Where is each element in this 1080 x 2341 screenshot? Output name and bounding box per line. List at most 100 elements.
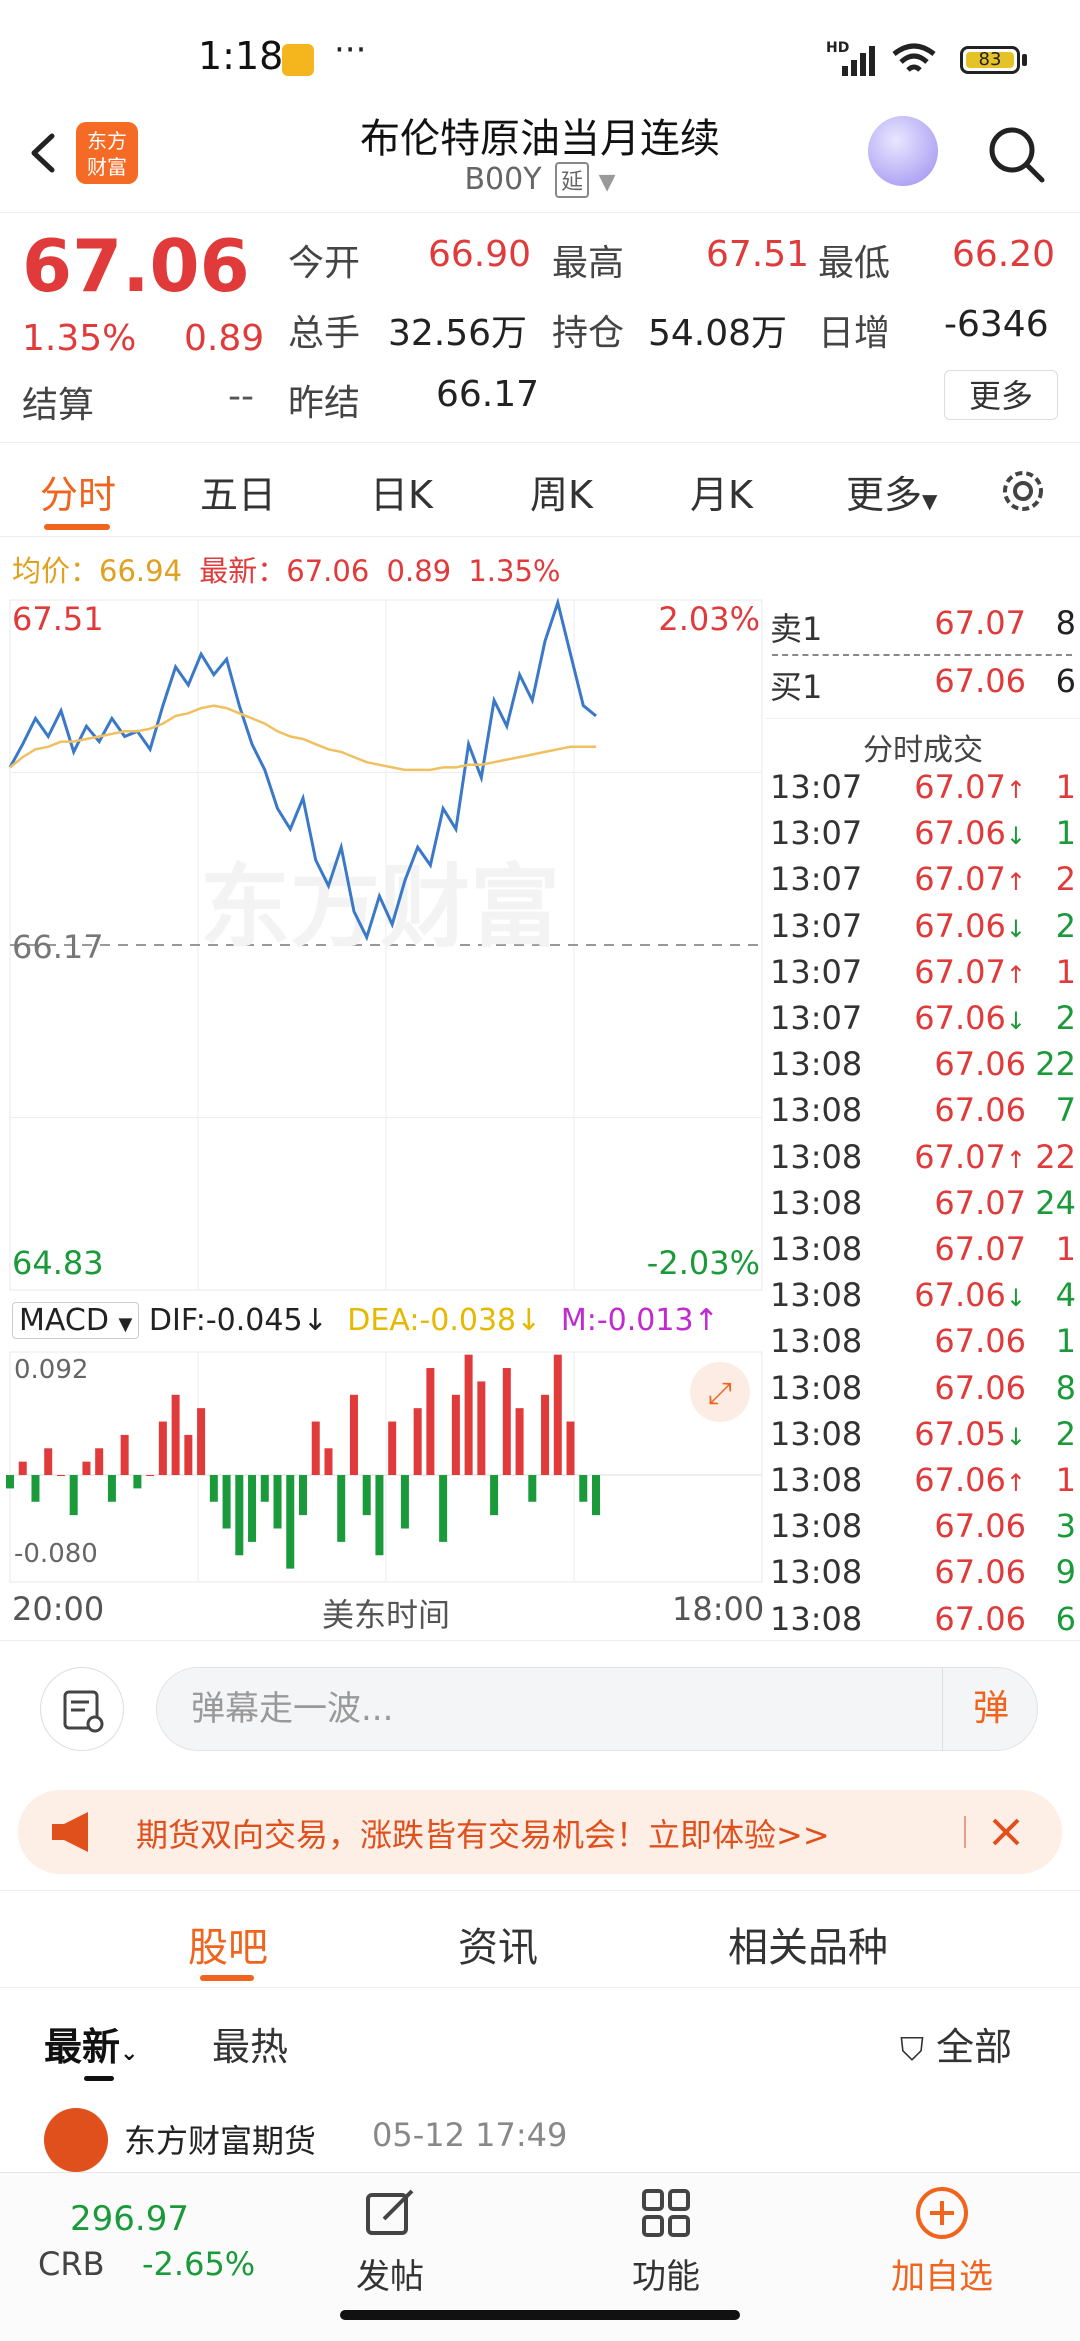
macd-bar xyxy=(592,1475,600,1516)
crb-index[interactable]: 296.97 CRB -2.65% xyxy=(34,2199,284,2309)
open-interest-label: 持仓 xyxy=(552,313,625,354)
danmu-settings-icon[interactable] xyxy=(40,1667,124,1751)
trade-volume: 2 xyxy=(1055,999,1076,1037)
dif-value: -0.045 xyxy=(205,1303,303,1338)
tab-intraday[interactable]: 分时 xyxy=(40,464,116,519)
tab-weekly-k[interactable]: 周K xyxy=(530,464,593,519)
tab-forum[interactable]: 股吧 xyxy=(188,1915,268,1973)
latest-value: 67.06 xyxy=(286,554,370,588)
trade-price: 67.05↓ xyxy=(908,1415,1026,1453)
last-price: 67.06 xyxy=(22,224,250,308)
gear-icon[interactable] xyxy=(998,466,1048,516)
trade-time: 13:08 xyxy=(770,1045,863,1084)
more-quote-button[interactable]: 更多 xyxy=(944,370,1058,420)
tab-news[interactable]: 资讯 xyxy=(458,1915,538,1973)
macd-legend: MACD ▼ DIF:-0.045↓ DEA:-0.038↓ M:-0.013↑ xyxy=(12,1302,719,1339)
tab-five-day[interactable]: 五日 xyxy=(200,464,276,519)
author-avatar xyxy=(44,2108,108,2172)
trade-price: 67.06 xyxy=(908,1322,1026,1360)
filter-button[interactable]: ⛉ 全部 xyxy=(900,2016,1012,2071)
nav-add-label: 加自选 xyxy=(891,2257,993,2297)
macd-bar xyxy=(222,1475,231,1529)
trade-volume: 3 xyxy=(1055,1507,1076,1546)
trade-row: 13:08 67.06 8 xyxy=(766,1369,1080,1415)
macd-bar xyxy=(311,1421,320,1476)
macd-bar xyxy=(464,1354,473,1476)
search-icon[interactable] xyxy=(984,122,1048,186)
filter-label: 全部 xyxy=(936,2025,1013,2069)
assistant-robot-icon[interactable] xyxy=(868,116,938,186)
macd-bar xyxy=(56,1475,65,1477)
trade-price-value: 67.07 xyxy=(934,1230,1026,1268)
trade-price-value: 67.07 xyxy=(914,860,1006,899)
trade-price: 67.07↑ xyxy=(908,953,1026,991)
settle-label: 结算 xyxy=(22,385,95,426)
trade-price-value: 67.07 xyxy=(914,768,1006,806)
nav-add-watchlist[interactable]: 加自选 xyxy=(872,2173,1012,2341)
x-mid-label: 美东时间 xyxy=(322,1596,451,1634)
trade-row: 13:08 67.06↑ 1 xyxy=(766,1461,1080,1507)
sort-underline xyxy=(84,2076,114,2081)
tab-more[interactable]: 更多▼ xyxy=(846,464,937,519)
quote-panel: 67.06 1.35% 0.89 结算 -- 今开 66.90 最高 67.51… xyxy=(0,214,1080,443)
daily-increase-value: -6346 xyxy=(944,304,1049,345)
tab-more-label: 更多 xyxy=(846,473,923,517)
macd-bar xyxy=(95,1448,104,1476)
tab-related[interactable]: 相关品种 xyxy=(728,1915,888,1973)
status-time: 1:18 xyxy=(198,34,284,78)
open-interest-value: 54.08万 xyxy=(648,313,788,354)
trade-row: 13:07 67.06↓ 2 xyxy=(766,907,1080,953)
trade-arrow-icon: ↓ xyxy=(1005,822,1026,851)
macd-selector-label: MACD xyxy=(19,1303,109,1338)
macd-bar xyxy=(566,1421,575,1476)
macd-bar xyxy=(209,1475,218,1502)
trade-time: 13:07 xyxy=(770,906,863,945)
trade-price: 67.07↑ xyxy=(908,1138,1026,1176)
trade-price-value: 67.07 xyxy=(914,1137,1006,1176)
trade-row: 13:07 67.06↓ 1 xyxy=(766,814,1080,860)
trade-time: 13:08 xyxy=(770,1137,863,1176)
trade-row: 13:07 67.07↑ 2 xyxy=(766,860,1080,906)
danmu-input[interactable]: 弹幕走一波... xyxy=(156,1667,1038,1751)
macd-bar xyxy=(439,1475,448,1542)
more-dots-icon: ··· xyxy=(334,30,367,70)
edit-icon xyxy=(366,2189,414,2235)
trade-volume: 1 xyxy=(1055,1461,1076,1499)
volume-value: 32.56万 xyxy=(388,313,528,354)
latest-change: 0.89 xyxy=(386,554,452,588)
tab-daily-k[interactable]: 日K xyxy=(370,464,433,519)
macd-bar xyxy=(6,1475,14,1489)
battery-level: 83 xyxy=(966,51,1014,69)
sort-bar: 最新⌄ 最热 ⛉ 全部 xyxy=(0,1990,1080,2090)
sort-latest[interactable]: 最新⌄ xyxy=(44,2016,138,2071)
crb-value: 296.97 xyxy=(70,2199,189,2239)
trade-price-value: 67.06 xyxy=(934,1599,1026,1638)
trade-volume: 7 xyxy=(1055,1091,1076,1130)
post-preview[interactable]: 东方财富期货 05-12 17:49 xyxy=(0,2108,1080,2172)
danmu-send-button[interactable]: 弹 xyxy=(942,1667,1039,1751)
trade-price-value: 67.06 xyxy=(934,1507,1026,1546)
open-label: 今开 xyxy=(288,243,361,284)
macd-selector[interactable]: MACD ▼ xyxy=(12,1302,140,1339)
forum-tab-underline xyxy=(200,1975,254,1981)
macd-bar xyxy=(273,1475,282,1529)
tab-monthly-k[interactable]: 月K xyxy=(690,464,753,519)
m-arrow-icon: ↑ xyxy=(693,1303,719,1338)
promo-banner[interactable]: 期货双向交易，涨跌皆有交易机会！立即体验>> xyxy=(18,1790,1062,1874)
battery-tip xyxy=(1022,54,1027,66)
trade-volume: 9 xyxy=(1055,1553,1076,1592)
trade-volume: 4 xyxy=(1055,1276,1076,1315)
trade-time: 13:08 xyxy=(770,1414,863,1453)
trade-row: 13:08 67.06 1 xyxy=(766,1322,1080,1368)
macd-bar xyxy=(400,1475,409,1529)
trade-price: 67.07↑ xyxy=(908,768,1026,806)
plus-circle-icon xyxy=(916,2187,968,2239)
sort-hot[interactable]: 最热 xyxy=(212,2016,288,2071)
bid-label: 买1 xyxy=(770,668,823,706)
settle-value: -- xyxy=(228,376,254,417)
book-divider xyxy=(772,654,1072,656)
trade-volume: 1 xyxy=(1055,952,1076,991)
trade-time: 13:08 xyxy=(770,1322,863,1361)
close-icon[interactable] xyxy=(982,1808,1030,1856)
trade-time: 13:08 xyxy=(770,1553,863,1592)
